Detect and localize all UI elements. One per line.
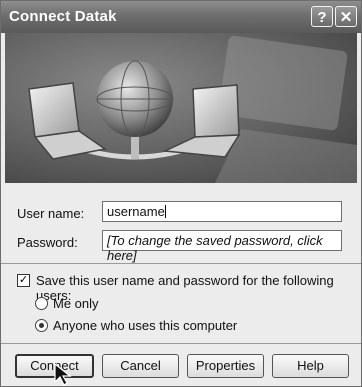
divider: [1, 263, 361, 264]
close-icon: ✕: [339, 9, 353, 26]
cancel-button[interactable]: Cancel: [102, 354, 179, 378]
save-password-checkbox[interactable]: ✓: [17, 274, 30, 287]
help-icon: ?: [317, 9, 327, 26]
username-value: username: [107, 204, 165, 219]
me-only-label[interactable]: Me only: [53, 296, 99, 311]
dialup-banner-image: [5, 33, 357, 183]
text-caret: [164, 205, 166, 218]
network-illustration: [5, 33, 357, 183]
anyone-radio[interactable]: [35, 319, 48, 332]
password-placeholder: [To change the saved password, click her…: [107, 233, 323, 263]
window-title: Connect Datak: [9, 8, 117, 25]
properties-button[interactable]: Properties: [187, 354, 264, 378]
me-only-radio[interactable]: [35, 297, 48, 310]
username-label: User name:: [17, 206, 85, 221]
username-input[interactable]: username: [102, 201, 342, 222]
password-input[interactable]: [To change the saved password, click her…: [102, 230, 342, 263]
anyone-label[interactable]: Anyone who uses this computer: [53, 318, 237, 333]
help-title-button[interactable]: ?: [311, 6, 333, 27]
check-mark-icon: ✓: [18, 274, 29, 286]
help-button[interactable]: Help: [272, 354, 349, 378]
connect-dialog: Connect Datak ? ✕ User name: username Pa…: [0, 0, 362, 387]
mouse-pointer-icon: [54, 363, 72, 386]
close-title-button[interactable]: ✕: [335, 6, 357, 27]
password-label: Password:: [17, 235, 78, 250]
title-bar: Connect Datak ? ✕: [1, 1, 361, 33]
divider-bottom: [1, 343, 361, 344]
